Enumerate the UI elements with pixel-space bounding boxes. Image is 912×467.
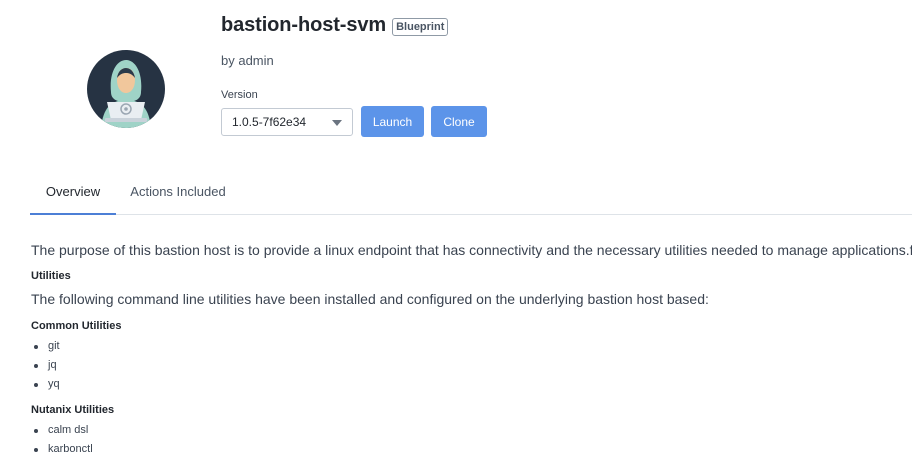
- bullet-icon: [34, 429, 38, 433]
- chevron-down-icon: [332, 120, 342, 126]
- intro-paragraph: The purpose of this bastion host is to p…: [31, 242, 912, 258]
- launch-button[interactable]: Launch: [361, 106, 424, 137]
- title-row: bastion-host-svm Blueprint: [221, 14, 449, 37]
- nutanix-utilities-list: calm dsl karbonctl: [31, 421, 93, 459]
- tab-bar: Overview Actions Included: [30, 170, 912, 215]
- list-item: karbonctl: [31, 440, 93, 459]
- list-item: jq: [31, 356, 60, 375]
- utilities-heading: Utilities: [31, 270, 71, 282]
- version-select[interactable]: 1.0.5-7f62e34: [221, 108, 353, 136]
- blueprint-badge: Blueprint: [392, 17, 449, 36]
- blueprint-avatar: [87, 50, 165, 128]
- tab-actions-included[interactable]: Actions Included: [130, 170, 226, 213]
- list-item: calm dsl: [31, 421, 93, 440]
- common-utilities-heading: Common Utilities: [31, 320, 122, 332]
- common-utilities-list: git jq yq: [31, 337, 60, 394]
- list-item: yq: [31, 375, 60, 394]
- list-item-label: calm dsl: [48, 424, 89, 436]
- hooded-hacker-avatar-icon: [101, 60, 151, 128]
- nutanix-utilities-heading: Nutanix Utilities: [31, 404, 115, 416]
- bullet-icon: [34, 345, 38, 349]
- list-item-label: yq: [48, 378, 60, 390]
- bullet-icon: [34, 448, 38, 452]
- version-select-value: 1.0.5-7f62e34: [232, 115, 307, 129]
- list-item-label: jq: [48, 359, 57, 371]
- author-byline: by admin: [221, 53, 274, 68]
- blueprint-title: bastion-host-svm: [221, 14, 387, 36]
- list-item-label: karbonctl: [48, 443, 93, 455]
- version-label: Version: [221, 89, 258, 101]
- list-item: git: [31, 337, 60, 356]
- bullet-icon: [34, 364, 38, 368]
- tab-overview[interactable]: Overview: [30, 170, 116, 215]
- bullet-icon: [34, 383, 38, 387]
- utilities-paragraph: The following command line utilities hav…: [31, 291, 709, 307]
- list-item-label: git: [48, 340, 60, 352]
- clone-button[interactable]: Clone: [431, 106, 487, 137]
